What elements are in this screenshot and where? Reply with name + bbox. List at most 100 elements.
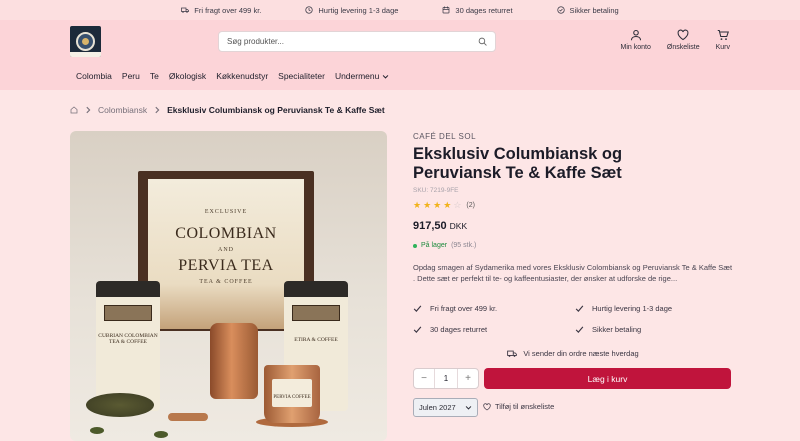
star-icon: ★	[423, 200, 432, 210]
poster-line2: PERVIA TEA	[178, 257, 274, 274]
price-currency: DKK	[449, 221, 468, 231]
copper-spoon	[168, 413, 208, 421]
logo-dot	[82, 38, 89, 45]
product-sku: SKU: 7219-9FE	[413, 187, 459, 194]
check-icon	[575, 326, 584, 333]
feature-item: 30 dages returret	[413, 325, 575, 334]
feature-label: Hurtig levering 1-3 dage	[592, 304, 673, 313]
search-icon[interactable]	[478, 37, 487, 46]
check-icon	[575, 305, 584, 312]
feature-item: Sikker betaling	[575, 325, 733, 334]
product-description: Opdag smagen af Sydamerika med vores Eks…	[413, 263, 733, 283]
leaf-decoration	[90, 427, 104, 434]
chevron-right-icon	[86, 106, 91, 114]
right-pouch-text: ETIRA & COFFEE	[294, 337, 338, 343]
shield-check-icon	[556, 6, 565, 14]
review-count: (2)	[466, 202, 475, 209]
feature-label: Fri fragt over 499 kr.	[430, 304, 498, 313]
site-header: Min konto Ønskeliste Kurv Colombia Peru …	[0, 20, 800, 90]
heart-icon	[483, 402, 491, 410]
product-brand[interactable]: CAFÉ DEL SOL	[413, 132, 476, 141]
nav-item-undermenu[interactable]: Undermenu	[335, 71, 389, 81]
check-icon	[413, 326, 422, 333]
search-input[interactable]	[227, 37, 478, 46]
home-icon[interactable]	[70, 106, 78, 114]
shipping-note: Vi sender din ordre næste hverdag	[413, 349, 733, 358]
truck-icon	[507, 350, 518, 357]
poster-top-text: EXCLUSIVE	[204, 209, 248, 215]
pouch-label-art	[292, 305, 340, 321]
check-icon	[413, 305, 422, 312]
submenu-label: Undermenu	[334, 71, 380, 81]
store-logo[interactable]	[70, 26, 101, 57]
stock-status: På lager (95 stk.)	[413, 242, 476, 249]
perk-shipping: Fri fragt over 499 kr.	[181, 6, 261, 15]
breadcrumb-current: Eksklusiv Columbiansk og Peruviansk Te &…	[167, 105, 385, 115]
shipping-label: Vi sender din ordre næste hverdag	[523, 349, 639, 358]
quantity-decrease-button[interactable]: −	[414, 373, 434, 384]
chevron-down-icon	[465, 406, 472, 410]
mug-label: PERVIA COFFEE	[272, 379, 312, 407]
product-price: 917,50 DKK	[413, 220, 467, 232]
user-icon	[630, 29, 641, 41]
poster-sub: TEA & COFFEE	[199, 279, 253, 285]
pouch-label-art	[104, 305, 152, 321]
feature-label: Sikker betaling	[592, 325, 642, 334]
perk-label: 30 dages returret	[455, 5, 513, 15]
chevron-down-icon	[383, 74, 389, 79]
copper-kettle	[210, 323, 258, 399]
wishlist-label: Ønskeliste	[666, 44, 700, 51]
left-pouch-text: CUBRIAN COLOMBIAN TEA & COFFEE	[98, 333, 158, 345]
add-to-wishlist-link[interactable]: Tilføj til ønskeliste	[483, 402, 554, 411]
product-rating[interactable]: ★ ★ ★ ★ ☆ (2)	[413, 201, 475, 210]
nav-item-te[interactable]: Te	[150, 71, 159, 81]
perk-label: Fri fragt over 499 kr.	[194, 5, 262, 15]
quantity-increase-button[interactable]: +	[458, 373, 478, 384]
in-stock-dot-icon	[413, 243, 417, 248]
perk-label: Sikker betaling	[569, 5, 619, 15]
truck-icon	[181, 7, 190, 13]
cart-button[interactable]: Kurv	[716, 29, 730, 51]
variant-select[interactable]: Julen 2027	[413, 398, 478, 417]
main-nav: Colombia Peru Te Økologisk Køkkenudstyr …	[76, 71, 389, 81]
leaf-decoration	[154, 431, 168, 438]
account-button[interactable]: Min konto	[621, 29, 651, 51]
variant-selected: Julen 2027	[419, 403, 456, 412]
wishlist-button[interactable]: Ønskeliste	[667, 29, 700, 51]
mug-text: PERVIA COFFEE	[273, 395, 311, 400]
cart-label: Kurv	[715, 44, 730, 51]
header-actions: Min konto Ønskeliste Kurv	[621, 29, 730, 51]
stock-count: (95 stk.)	[451, 242, 477, 249]
product-image[interactable]: EXCLUSIVE COLOMBIAN AND PERVIA TEA TEA &…	[70, 131, 387, 441]
breadcrumb: Colombiansk Eksklusiv Columbiansk og Per…	[70, 105, 385, 115]
search-box	[218, 31, 496, 52]
quantity-value[interactable]: 1	[434, 369, 458, 388]
add-to-cart-button[interactable]: Læg i kurv	[484, 368, 731, 389]
nav-item-colombia[interactable]: Colombia	[76, 71, 112, 81]
perk-label: Hurtig levering 1-3 dage	[318, 5, 399, 15]
nav-item-specialiteter[interactable]: Specialiteter	[278, 71, 325, 81]
product-title: Eksklusiv Columbiansk og Peruviansk Te &…	[413, 145, 623, 182]
copper-mug: PERVIA COFFEE	[264, 365, 320, 423]
feature-label: 30 dages returret	[430, 325, 488, 334]
clock-icon	[305, 6, 313, 14]
wishlist-link-label: Tilføj til ønskeliste	[495, 402, 555, 411]
calendar-icon	[443, 6, 450, 14]
star-icon: ★	[413, 200, 422, 210]
star-empty-icon: ☆	[453, 200, 462, 210]
chevron-right-icon	[155, 106, 160, 114]
left-pouch: CUBRIAN COLOMBIAN TEA & COFFEE	[96, 281, 160, 411]
star-icon: ★	[433, 200, 442, 210]
breadcrumb-category[interactable]: Colombiansk	[98, 105, 147, 115]
nav-item-kokkenudstyr[interactable]: Køkkenudstyr	[216, 71, 268, 81]
account-label: Min konto	[620, 44, 651, 51]
logo-bar	[70, 52, 101, 57]
perk-payment: Sikker betaling	[556, 5, 619, 15]
nav-item-peru[interactable]: Peru	[122, 71, 140, 81]
nav-item-okologisk[interactable]: Økologisk	[169, 71, 206, 81]
perks-bar: Fri fragt over 499 kr. Hurtig levering 1…	[0, 0, 800, 20]
cart-icon	[717, 29, 729, 41]
poster: EXCLUSIVE COLOMBIAN AND PERVIA TEA TEA &…	[148, 179, 304, 329]
perk-delivery: Hurtig levering 1-3 dage	[305, 6, 398, 15]
tea-leaf-bowl	[86, 393, 154, 417]
